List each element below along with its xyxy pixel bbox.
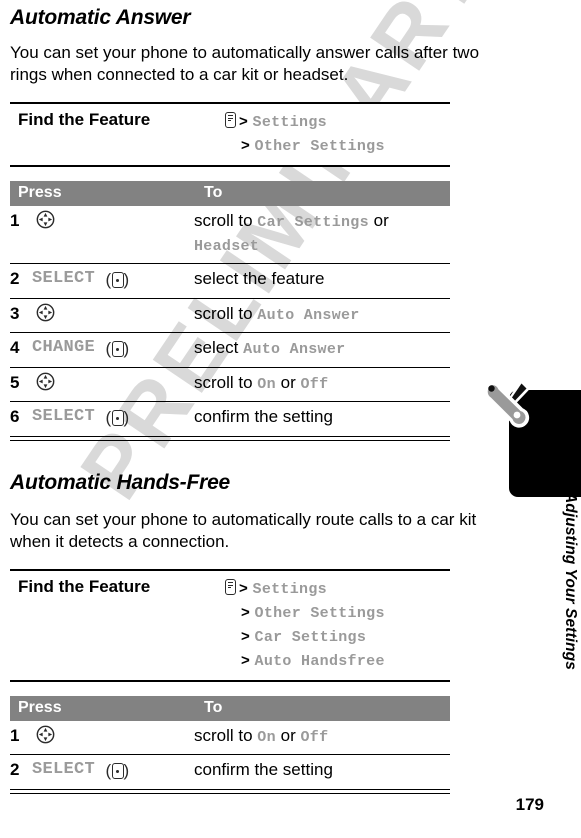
menu-path-item: Settings xyxy=(252,581,327,598)
step-number: 2 xyxy=(10,760,20,779)
column-header-to: To xyxy=(194,696,450,721)
content-column: Automatic Answer You can set your phone … xyxy=(10,0,479,794)
nav-key-icon xyxy=(36,303,55,322)
step-action: confirm the setting xyxy=(194,755,450,790)
find-the-feature-block: Find the Feature > Settings > Other Sett… xyxy=(10,102,450,167)
step-number: 1 xyxy=(10,206,32,264)
chapter-side-title: Adjusting Your Settings xyxy=(562,492,579,670)
steps-table: Press To 1 xyxy=(10,181,450,436)
action-text: scroll to xyxy=(194,726,258,745)
step-number: 5 xyxy=(10,367,32,402)
menu-path: > Settings > Other Settings > Car Settin… xyxy=(225,577,385,673)
column-header-to: To xyxy=(194,181,450,206)
wrench-screwdriver-icon xyxy=(480,377,536,433)
action-text: confirm the setting xyxy=(194,407,333,426)
action-text: scroll to xyxy=(194,211,258,230)
table-bottom-rule xyxy=(10,789,450,794)
step-key: SELECT () xyxy=(32,402,194,437)
menu-path-item: Other Settings xyxy=(254,138,385,155)
section-description: You can set your phone to automatically … xyxy=(10,43,480,84)
table-row: 5 scroll to On or Off xyxy=(10,367,450,402)
step-number: 3 xyxy=(10,298,32,333)
menu-path-item: Other Settings xyxy=(254,605,385,622)
action-text: or xyxy=(275,726,301,745)
table-bottom-rule xyxy=(10,436,450,441)
step-key: SELECT () xyxy=(32,755,194,790)
page-title: Automatic Hands-Free xyxy=(10,471,231,494)
action-value: Headset xyxy=(194,238,260,255)
step-key xyxy=(32,298,194,333)
column-header-press: Press xyxy=(10,181,194,206)
step-key: CHANGE () xyxy=(32,332,194,368)
soft-key-label: SELECT xyxy=(32,269,96,288)
step-action: scroll to On or Off xyxy=(194,367,450,402)
step-action: scroll to Auto Answer xyxy=(194,298,450,333)
menu-path: > Settings > Other Settings xyxy=(225,110,385,158)
step-key xyxy=(32,721,194,755)
table-row: 2 SELECT () confirm the setting xyxy=(10,755,450,790)
action-value: Auto Answer xyxy=(257,307,360,324)
nav-key-icon xyxy=(36,372,55,391)
action-text: or xyxy=(368,211,389,230)
nav-key-icon xyxy=(36,725,55,744)
page-title: Automatic Answer xyxy=(10,6,191,29)
steps-table: Press To 1 xyxy=(10,696,450,789)
action-value: On xyxy=(257,729,276,746)
find-the-feature-label: Find the Feature xyxy=(18,577,151,596)
step-action: scroll to On or Off xyxy=(194,721,450,755)
step-action: scroll to Car Settings or Headset xyxy=(194,206,450,264)
step-number: 2 xyxy=(10,263,32,299)
menu-path-item: Settings xyxy=(252,114,327,131)
step-key xyxy=(32,367,194,402)
action-text: scroll to xyxy=(194,373,258,392)
soft-key-icon: () xyxy=(105,761,130,780)
step-key: SELECT () xyxy=(32,263,194,299)
table-row: 1 scroll to Car Settings or Headset xyxy=(10,206,450,264)
column-header-press: Press xyxy=(10,696,194,721)
find-the-feature-block: Find the Feature > Settings > Other Sett… xyxy=(10,569,450,682)
action-value: Off xyxy=(300,376,329,393)
table-row: 6 SELECT () confirm the setting xyxy=(10,402,450,437)
soft-key-label: SELECT xyxy=(32,407,96,426)
action-value: Auto Answer xyxy=(243,341,346,358)
action-text: select the feature xyxy=(194,269,325,288)
soft-key-icon: () xyxy=(105,339,130,358)
action-text: or xyxy=(275,373,301,392)
action-text: scroll to xyxy=(194,304,258,323)
table-row: 3 scroll to Auto Answer xyxy=(10,298,450,333)
step-number: 1 xyxy=(10,721,32,755)
menu-key-icon xyxy=(225,112,236,128)
soft-key-label: CHANGE xyxy=(32,338,96,357)
manual-page: PRELIMINARY Adjusting Your Settings 179 … xyxy=(0,0,581,838)
soft-key-label: SELECT xyxy=(32,760,96,779)
action-value: Off xyxy=(300,729,329,746)
table-row: 1 scroll to On or Off xyxy=(10,721,450,755)
table-row: 2 SELECT () select the feature xyxy=(10,263,450,299)
step-number: 4 xyxy=(10,332,32,368)
nav-key-icon xyxy=(36,210,55,229)
action-value: On xyxy=(257,376,276,393)
menu-path-item: Auto Handsfree xyxy=(254,653,385,670)
step-action: select Auto Answer xyxy=(194,332,450,368)
action-value: Car Settings xyxy=(257,214,369,231)
section-description: You can set your phone to automatically … xyxy=(10,510,477,551)
page-number: 179 xyxy=(515,795,544,814)
table-row: 4 CHANGE () select Auto Answer xyxy=(10,332,450,368)
soft-key-icon: () xyxy=(105,408,130,427)
step-action: select the feature xyxy=(194,263,450,299)
action-text: select xyxy=(194,338,244,357)
table-header-row: Press To xyxy=(10,181,450,206)
action-text: confirm the setting xyxy=(194,760,333,779)
step-key xyxy=(32,206,194,264)
step-number: 6 xyxy=(10,407,20,426)
step-action: confirm the setting xyxy=(194,402,450,437)
soft-key-icon: () xyxy=(105,270,130,289)
menu-path-item: Car Settings xyxy=(254,629,367,646)
table-header-row: Press To xyxy=(10,696,450,721)
find-the-feature-label: Find the Feature xyxy=(18,110,151,129)
menu-key-icon xyxy=(225,579,236,595)
